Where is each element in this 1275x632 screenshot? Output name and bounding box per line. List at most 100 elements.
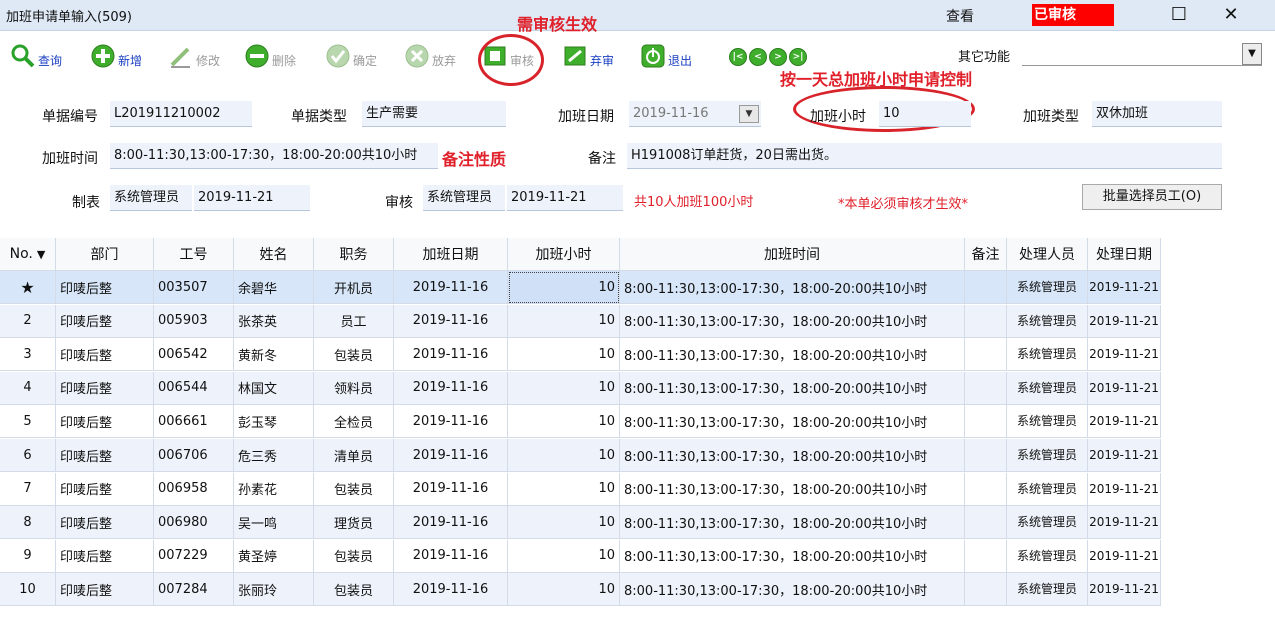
cell-no[interactable]: 4 <box>0 371 56 405</box>
cell-handle-date[interactable]: 2019-11-21 <box>1088 573 1161 607</box>
cell-handle-date[interactable]: 2019-11-21 <box>1088 304 1161 338</box>
cell-dept[interactable]: 印唛后整 <box>56 271 154 304</box>
cell-handler[interactable]: 系统管理员 <box>1007 304 1088 338</box>
cell-remark[interactable] <box>965 338 1007 372</box>
col-header-time[interactable]: 加班时间 <box>620 238 965 271</box>
cell-date[interactable]: 2019-11-16 <box>394 338 508 372</box>
col-header-job[interactable]: 职务 <box>314 238 394 271</box>
cell-name[interactable]: 林国文 <box>234 371 314 405</box>
cell-job[interactable]: 包装员 <box>314 338 394 372</box>
cell-id[interactable]: 006661 <box>154 405 234 439</box>
cell-remark[interactable] <box>965 371 1007 405</box>
cell-date[interactable]: 2019-11-16 <box>394 304 508 338</box>
query-button[interactable]: 查询 <box>10 42 62 70</box>
cell-handler[interactable]: 系统管理员 <box>1007 271 1088 304</box>
cell-job[interactable]: 理货员 <box>314 506 394 540</box>
cell-no[interactable]: 10 <box>0 573 56 607</box>
cell-no[interactable]: 8 <box>0 506 56 540</box>
cell-no[interactable]: 3 <box>0 338 56 372</box>
doc-type-field[interactable]: 生产需要 <box>362 101 506 127</box>
cell-handler[interactable]: 系统管理员 <box>1007 371 1088 405</box>
col-header-date[interactable]: 加班日期 <box>394 238 508 271</box>
cell-time[interactable]: 8:00-11:30,13:00-17:30，18:00-20:00共10小时 <box>620 338 965 372</box>
cell-handle-date[interactable]: 2019-11-21 <box>1088 539 1161 573</box>
date-dropdown-icon[interactable]: ▼ <box>739 105 759 123</box>
cell-remark[interactable] <box>965 506 1007 540</box>
cell-hours[interactable]: 10 <box>508 506 620 540</box>
batch-select-employees-button[interactable]: 批量选择员工(O) <box>1082 184 1222 210</box>
first-record-icon[interactable]: |< <box>729 48 747 66</box>
cell-remark[interactable] <box>965 271 1007 304</box>
cell-dept[interactable]: 印唛后整 <box>56 506 154 540</box>
col-header-no[interactable]: No. ▼ <box>0 238 56 271</box>
next-record-icon[interactable]: > <box>769 48 787 66</box>
cell-dept[interactable]: 印唛后整 <box>56 338 154 372</box>
cell-name[interactable]: 危三秀 <box>234 439 314 472</box>
cell-dept[interactable]: 印唛后整 <box>56 472 154 506</box>
doc-no-field[interactable]: L201911210002 <box>110 101 252 127</box>
cell-job[interactable]: 包装员 <box>314 539 394 573</box>
cell-name[interactable]: 黄圣婷 <box>234 539 314 573</box>
cell-job[interactable]: 领料员 <box>314 371 394 405</box>
cell-name[interactable]: 彭玉琴 <box>234 405 314 439</box>
cell-handle-date[interactable]: 2019-11-21 <box>1088 271 1161 304</box>
cell-handler[interactable]: 系统管理员 <box>1007 439 1088 472</box>
cell-no[interactable]: 7 <box>0 472 56 506</box>
cell-handle-date[interactable]: 2019-11-21 <box>1088 371 1161 405</box>
cell-date[interactable]: 2019-11-16 <box>394 439 508 472</box>
col-header-handle-date[interactable]: 处理日期 <box>1088 238 1161 271</box>
filter-icon[interactable]: ▼ <box>37 248 45 261</box>
cell-handler[interactable]: 系统管理员 <box>1007 472 1088 506</box>
cell-handle-date[interactable]: 2019-11-21 <box>1088 506 1161 540</box>
cell-remark[interactable] <box>965 304 1007 338</box>
cell-hours[interactable]: 10 <box>508 304 620 338</box>
cell-no[interactable]: 6 <box>0 439 56 472</box>
cell-dept[interactable]: 印唛后整 <box>56 304 154 338</box>
unaudit-button[interactable]: 弃审 <box>562 42 614 70</box>
col-header-handler[interactable]: 处理人员 <box>1007 238 1088 271</box>
cell-handle-date[interactable]: 2019-11-21 <box>1088 338 1161 372</box>
cell-time[interactable]: 8:00-11:30,13:00-17:30，18:00-20:00共10小时 <box>620 539 965 573</box>
cell-hours[interactable]: 10 <box>508 338 620 372</box>
make-date-field[interactable]: 2019-11-21 <box>194 185 310 211</box>
cell-id[interactable]: 007284 <box>154 573 234 607</box>
col-header-id[interactable]: 工号 <box>154 238 234 271</box>
cell-name[interactable]: 吴一鸣 <box>234 506 314 540</box>
cell-time[interactable]: 8:00-11:30,13:00-17:30，18:00-20:00共10小时 <box>620 472 965 506</box>
cell-job[interactable]: 包装员 <box>314 573 394 607</box>
cell-remark[interactable] <box>965 573 1007 607</box>
col-header-remark[interactable]: 备注 <box>965 238 1007 271</box>
col-header-hours[interactable]: 加班小时 <box>508 238 620 271</box>
cell-name[interactable]: 张茶英 <box>234 304 314 338</box>
cell-name[interactable]: 余碧华 <box>234 271 314 304</box>
cell-time[interactable]: 8:00-11:30,13:00-17:30，18:00-20:00共10小时 <box>620 371 965 405</box>
cell-time[interactable]: 8:00-11:30,13:00-17:30，18:00-20:00共10小时 <box>620 506 965 540</box>
cell-id[interactable]: 006544 <box>154 371 234 405</box>
cell-time[interactable]: 8:00-11:30,13:00-17:30，18:00-20:00共10小时 <box>620 439 965 472</box>
cell-no[interactable]: 2 <box>0 304 56 338</box>
close-icon[interactable]: ✕ <box>1218 4 1244 26</box>
cell-name[interactable]: 孙素花 <box>234 472 314 506</box>
cell-hours[interactable]: 10 <box>508 371 620 405</box>
cell-time[interactable]: 8:00-11:30,13:00-17:30，18:00-20:00共10小时 <box>620 271 965 304</box>
cell-handle-date[interactable]: 2019-11-21 <box>1088 439 1161 472</box>
ot-hours-field[interactable]: 10 <box>879 101 971 127</box>
cell-job[interactable]: 清单员 <box>314 439 394 472</box>
cell-dept[interactable]: 印唛后整 <box>56 439 154 472</box>
edit-button[interactable]: 修改 <box>168 42 220 70</box>
cell-id[interactable]: 006980 <box>154 506 234 540</box>
cell-time[interactable]: 8:00-11:30,13:00-17:30，18:00-20:00共10小时 <box>620 304 965 338</box>
cell-hours[interactable]: 10 <box>508 405 620 439</box>
cell-hours[interactable]: 10 <box>508 573 620 607</box>
cell-date[interactable]: 2019-11-16 <box>394 573 508 607</box>
cell-remark[interactable] <box>965 439 1007 472</box>
cell-handler[interactable]: 系统管理员 <box>1007 506 1088 540</box>
cell-id[interactable]: 005903 <box>154 304 234 338</box>
ot-time-field[interactable]: 8:00-11:30,13:00-17:30，18:00-20:00共10小时 <box>110 143 438 169</box>
cell-dept[interactable]: 印唛后整 <box>56 573 154 607</box>
cell-no[interactable]: 9 <box>0 539 56 573</box>
cell-name[interactable]: 张丽玲 <box>234 573 314 607</box>
cell-hours[interactable]: 10 <box>508 539 620 573</box>
cell-remark[interactable] <box>965 472 1007 506</box>
chevron-down-icon[interactable]: ▼ <box>1242 43 1262 65</box>
